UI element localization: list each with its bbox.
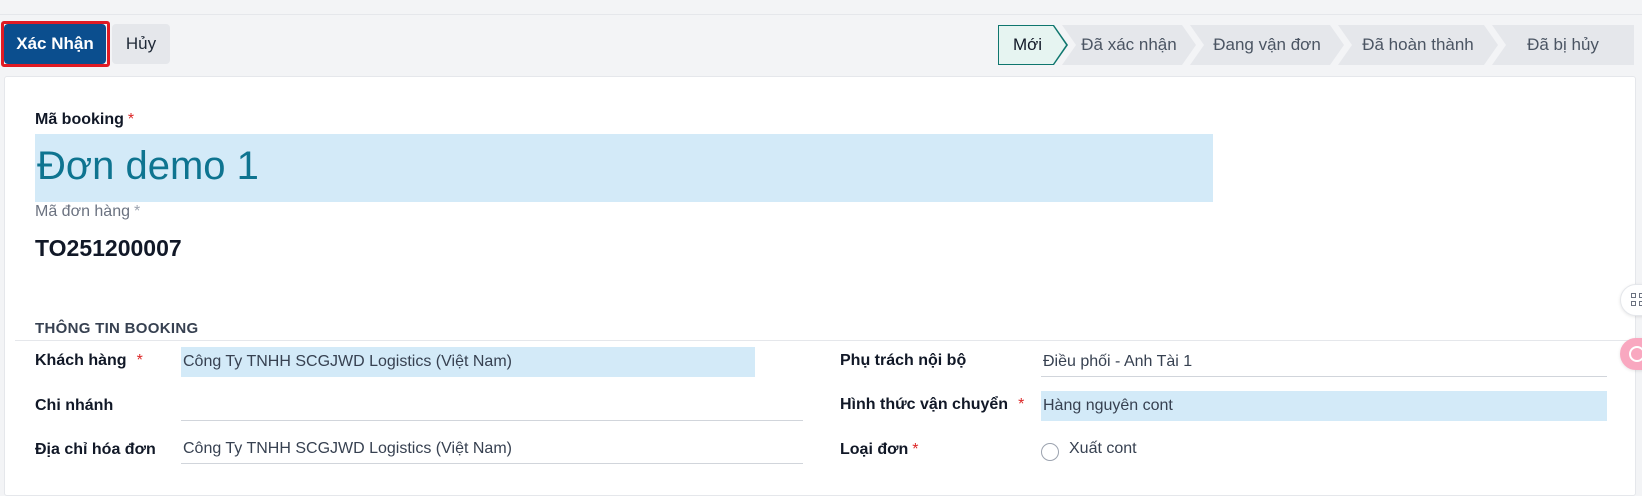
stage-cancelled[interactable]: Đã bị hủy <box>1492 25 1634 65</box>
shipping-method-field[interactable]: Hàng nguyên cont <box>1041 391 1607 421</box>
section-title: THÔNG TIN BOOKING <box>35 320 199 337</box>
booking-code-input[interactable]: Đơn demo 1 <box>35 134 1213 202</box>
grid-icon <box>1631 293 1642 307</box>
customer-field[interactable]: Công Ty TNHH SCGJWD Logistics (Việt Nam) <box>181 347 755 377</box>
branch-field[interactable] <box>181 391 803 421</box>
internal-owner-label: Phụ trách nội bộ <box>840 352 967 369</box>
section-divider <box>15 340 1637 341</box>
required-mark: * <box>134 203 141 220</box>
internal-owner-field[interactable]: Điều phối - Anh Tài 1 <box>1041 347 1607 377</box>
form-sheet: Mã booking * Đơn demo 1 Mã đơn hàng * TO25… <box>4 76 1637 496</box>
booking-code-label: Mã booking * <box>35 111 135 128</box>
order-type-option-label: Xuất cont <box>1069 440 1137 457</box>
confirm-button[interactable]: Xác Nhận <box>4 24 106 64</box>
billing-address-label: Địa chỉ hóa đơn <box>35 441 156 458</box>
stage-new-label: Mới <box>999 26 1066 64</box>
required-mark: * <box>1018 396 1025 413</box>
assistant-icon <box>1629 346 1642 362</box>
booking-code-value: Đơn demo 1 <box>37 144 259 188</box>
branch-label: Chi nhánh <box>35 397 114 414</box>
customer-label: Khách hàng * <box>35 352 143 369</box>
control-bar: Xác Nhận Hủy Mới Đã xác nhận Đang vận đơ… <box>0 15 1642 75</box>
cancel-button[interactable]: Hủy <box>112 24 170 64</box>
stage-completed[interactable]: Đã hoàn thành <box>1338 25 1498 65</box>
stage-new[interactable]: Mới <box>998 25 1068 65</box>
order-code-value: TO251200007 <box>35 235 182 261</box>
status-bar: Mới Đã xác nhận Đang vận đơn Đã hoàn thà… <box>998 25 1634 65</box>
shipping-method-label: Hình thức vận chuyển * <box>840 396 1025 413</box>
order-type-label: Loại đơn * <box>840 441 919 458</box>
required-mark: * <box>136 352 143 369</box>
billing-address-field[interactable]: Công Ty TNHH SCGJWD Logistics (Việt Nam) <box>181 434 803 464</box>
stage-confirmed[interactable]: Đã xác nhận <box>1062 25 1196 65</box>
order-type-radio-export[interactable] <box>1041 443 1059 461</box>
required-mark: * <box>127 111 135 128</box>
stage-in-transit[interactable]: Đang vận đơn <box>1190 25 1344 65</box>
required-mark: * <box>912 441 919 458</box>
order-code-label: Mã đơn hàng * <box>35 203 141 220</box>
